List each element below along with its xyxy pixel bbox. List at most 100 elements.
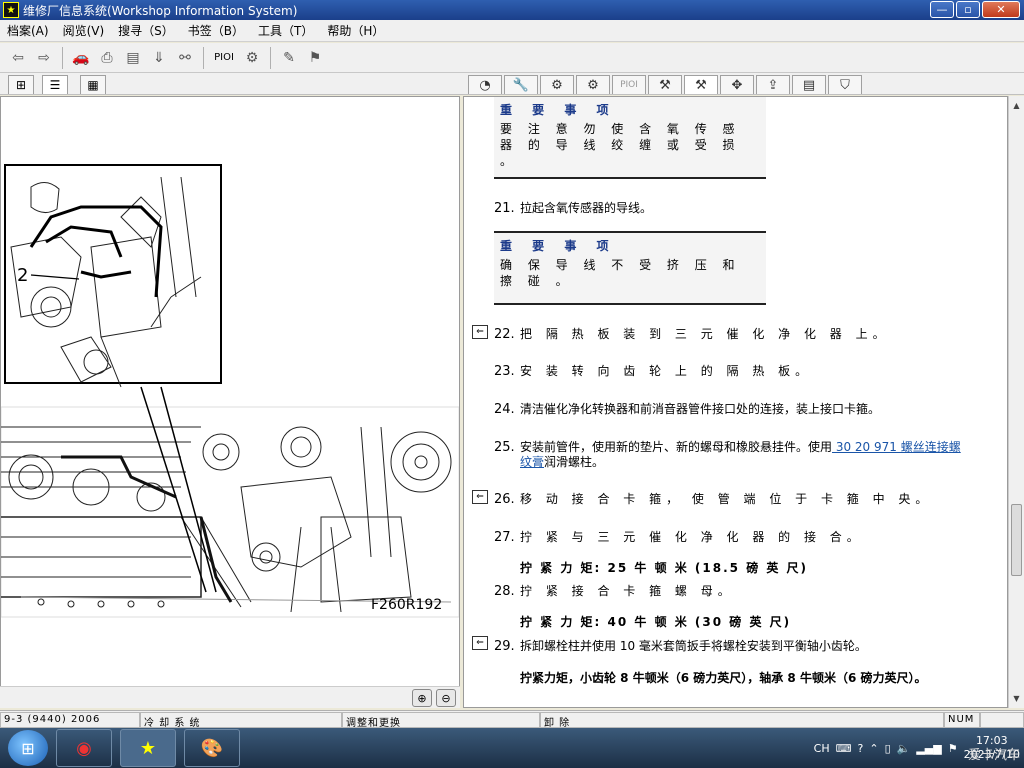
menu-bookmarks[interactable]: 书签（B） (181, 22, 251, 39)
torque-spec-28: 拧 紧 力 矩: 40 牛 顿 米 (30 磅 英 尺) (520, 615, 792, 629)
step-text: 安 装 转 向 齿 轮 上 的 隔 热 板。 (520, 364, 813, 378)
torque-spec-27: 拧 紧 力 矩: 25 牛 顿 米 (18.5 磅 英 尺) (520, 561, 809, 575)
tab-repair[interactable]: ⚒ (684, 75, 718, 94)
tab-document[interactable]: ▤ (792, 75, 826, 94)
chrome-icon: ◉ (76, 737, 92, 759)
document-icon[interactable]: ▤ (121, 46, 145, 70)
step-text: 拆卸螺栓柱并使用 10 毫米套筒扳手将螺栓安装到平衡轴小齿轮。 (520, 639, 867, 653)
ime-indicator[interactable]: CH (814, 742, 830, 755)
zoom-out-icon[interactable]: ⊖ (436, 689, 456, 707)
important-note: 重 要 事 项 确 保 导 线 不 受 挤 压 和 擦 碰 。 (494, 233, 766, 303)
repair-tools-icon: ⚒ (695, 77, 707, 93)
scroll-up-icon[interactable]: ▲ (1009, 98, 1024, 113)
window-title: 维修厂信息系统(Workshop Information System) (23, 3, 298, 18)
status-model: 9-3 (9440) 2006 (0, 712, 140, 728)
step-text: 移 动 接 合 卡 箍， 使 管 端 位 于 卡 箍 中 央。 (520, 492, 933, 506)
network-icon[interactable]: ▂▄▆ (916, 742, 941, 755)
engine-illustration: 2 F260R192 (1, 97, 459, 687)
step-25: 25. 安装前管件，使用新的垫片、新的螺母和橡胶悬挂件。使用 30 20 971… (494, 440, 974, 472)
tray-arrow-icon[interactable]: ⌃ (869, 742, 878, 755)
help-icon[interactable]: ? (858, 742, 864, 755)
tab-gauge[interactable]: ◔ (468, 75, 502, 94)
pioi-button[interactable]: PIOI (210, 46, 238, 70)
menu-view[interactable]: 阅览(V) (56, 22, 112, 39)
return-icon[interactable]: ⇐ (472, 490, 488, 504)
start-button[interactable]: ⊞ (8, 730, 48, 766)
status-section: 冷 却 系 统 (140, 712, 342, 728)
taskbar: ⊞ ◉ ★ 🎨 CH ⌨ ? ⌃ ▯ 🔈 ▂▄▆ ⚑ 17:03 2023/7/… (0, 728, 1024, 768)
close-button[interactable]: ✕ (982, 1, 1020, 18)
tab-pioi[interactable]: PIOI (612, 75, 646, 94)
vertical-scrollbar[interactable]: ▲ ▼ (1008, 96, 1024, 708)
tab-tool[interactable]: ⚒ (648, 75, 682, 94)
speaker-icon[interactable]: 🔈 (897, 742, 911, 755)
tab-move[interactable]: ✥ (720, 75, 754, 94)
toolbar-divider (270, 46, 271, 69)
flag-icon[interactable]: ⚑ (948, 742, 958, 755)
status-bar: 9-3 (9440) 2006 冷 却 系 统 调整和更换 卸 除 NUM (0, 710, 1024, 728)
document-icon: ▤ (802, 77, 816, 93)
device-icon[interactable]: ▯ (885, 742, 891, 755)
status-numlock: NUM (944, 712, 980, 728)
tab-shirt[interactable]: ⛉ (828, 75, 862, 94)
back-arrow-icon[interactable]: ⇦ (6, 46, 30, 70)
step-text: 清洁催化净化转换器和前消音器管件接口处的连接，装上接口卡箍。 (520, 402, 881, 416)
step-number: 25. (494, 440, 515, 455)
tab-wrench[interactable]: 🔧 (504, 75, 538, 94)
step-number: 26. (494, 492, 515, 507)
tab-tree[interactable]: ⊞ (8, 75, 34, 94)
tool-icon[interactable]: ⚙ (240, 46, 264, 70)
tab-image[interactable]: ▦ (80, 75, 106, 94)
shirt-icon: ⛉ (840, 77, 850, 93)
car-icon[interactable]: 🚗 (69, 46, 93, 70)
forward-arrow-icon[interactable]: ⇨ (32, 46, 56, 70)
gauge-icon: ◔ (479, 77, 491, 93)
bookmark-icon[interactable]: ⚑ (303, 46, 327, 70)
download-icon[interactable]: ⇓ (147, 46, 171, 70)
step-text: 把 隔 热 板 装 到 三 元 催 化 净 化 器 上。 (520, 327, 890, 341)
maximize-button[interactable]: ▫ (956, 1, 980, 18)
menu-tools[interactable]: 工具（T） (251, 22, 320, 39)
pane-tabs: ⊞ ☰ ▦ ◔ 🔧 ⚙ ⚙ PIOI ⚒ ⚒ ✥ ⇪ ▤ ⛉ (0, 73, 1024, 95)
highlighter-icon[interactable]: ✎ (277, 46, 301, 70)
status-empty (980, 712, 1024, 728)
title-bar: ★ 维修厂信息系统(Workshop Information System) —… (0, 0, 1024, 20)
tab-engine[interactable]: ⚙ (540, 75, 574, 94)
menu-help[interactable]: 帮助（H） (320, 22, 391, 39)
menu-file[interactable]: 档案(A) (0, 22, 56, 39)
scroll-down-icon[interactable]: ▼ (1009, 691, 1024, 706)
taskbar-wis[interactable]: ★ (120, 729, 176, 767)
parts-icon: ⚙ (587, 77, 599, 93)
return-icon[interactable]: ⇐ (472, 325, 488, 339)
note-heading: 重 要 事 项 (500, 239, 617, 253)
tab-export[interactable]: ⇪ (756, 75, 790, 94)
taskbar-chrome[interactable]: ◉ (56, 729, 112, 767)
export-icon: ⇪ (767, 77, 779, 93)
zoom-in-icon[interactable]: ⊕ (412, 689, 432, 707)
illustration-pane: 2 F260R192 (0, 96, 460, 708)
toolbar-divider (203, 46, 204, 69)
return-icon[interactable]: ⇐ (472, 636, 488, 650)
binoculars-icon[interactable]: ⚯ (173, 46, 197, 70)
scroll-thumb[interactable] (1011, 504, 1022, 576)
tool-icon: ⚒ (659, 77, 671, 93)
print-icon[interactable]: ⎙ (95, 46, 119, 70)
main-toolbar: ⇦ ⇨ 🚗 ⎙ ▤ ⇓ ⚯ PIOI ⚙ ✎ ⚑ (0, 43, 1024, 73)
note-heading: 重 要 事 项 (500, 103, 617, 117)
figure-code: F260R192 (371, 597, 442, 613)
tab-parts[interactable]: ⚙ (576, 75, 610, 94)
step-number: 23. (494, 364, 515, 379)
keyboard-icon[interactable]: ⌨ (836, 742, 852, 755)
windows-logo-icon: ⊞ (21, 738, 35, 758)
tab-list[interactable]: ☰ (42, 75, 68, 94)
list-icon: ☰ (49, 78, 61, 92)
step-text-end: 润滑螺柱。 (544, 455, 605, 469)
menu-search[interactable]: 搜寻（S） (111, 22, 181, 39)
status-action: 卸 除 (540, 712, 944, 728)
pioi-label: PIOI (620, 80, 638, 90)
taskbar-paint[interactable]: 🎨 (184, 729, 240, 767)
minimize-button[interactable]: — (930, 1, 954, 18)
tree-icon: ⊞ (15, 78, 27, 92)
note-divider (494, 303, 766, 305)
step-number: 27. (494, 530, 515, 545)
